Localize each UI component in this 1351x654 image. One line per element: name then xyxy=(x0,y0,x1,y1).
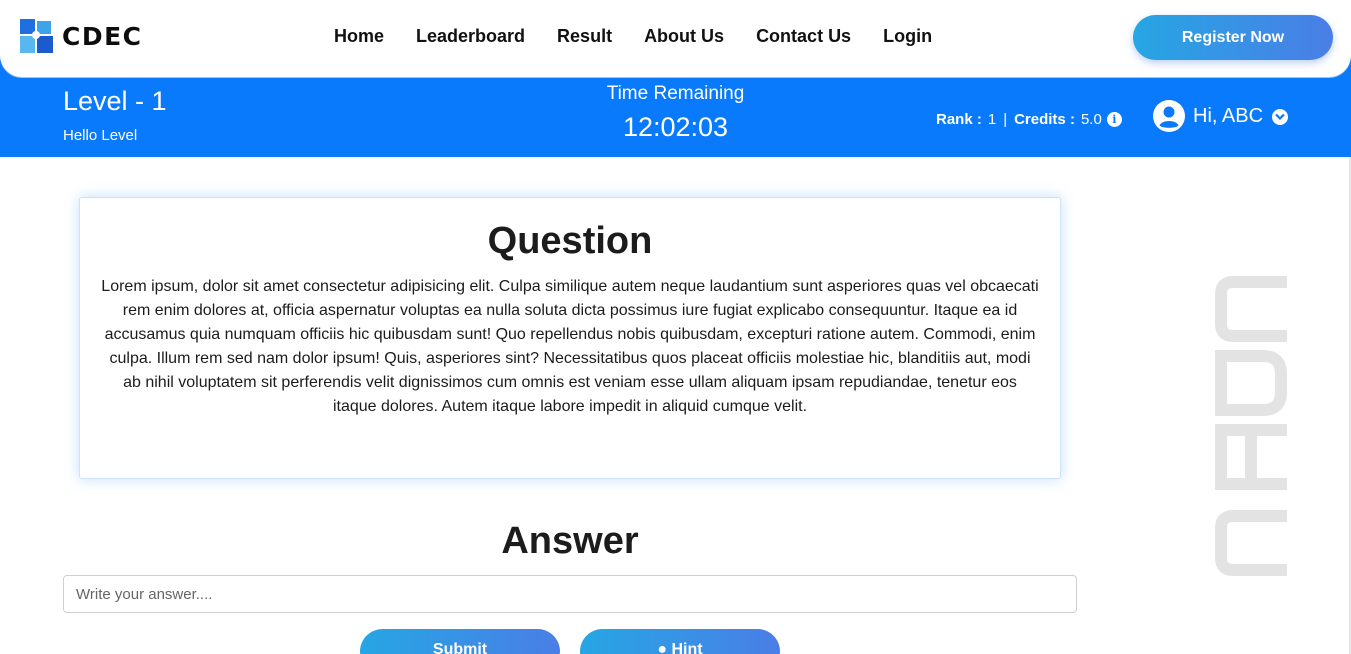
nav-home[interactable]: Home xyxy=(334,26,384,47)
cdec-watermark xyxy=(1215,276,1287,576)
user-avatar-icon xyxy=(1153,100,1185,132)
chevron-down-icon[interactable] xyxy=(1272,109,1289,125)
rank-label: Rank : xyxy=(936,111,982,128)
submit-button[interactable]: Submit xyxy=(360,629,560,654)
user-menu[interactable]: Hi, ABC xyxy=(1153,100,1289,132)
brand[interactable]: CDEC xyxy=(20,19,143,53)
brand-name: CDEC xyxy=(62,21,143,51)
user-greeting: Hi, ABC xyxy=(1193,104,1264,127)
hint-label: Hint xyxy=(671,641,703,654)
nav-leaderboard[interactable]: Leaderboard xyxy=(416,26,525,47)
lightbulb-icon: ● xyxy=(657,641,668,654)
credits-label: Credits : xyxy=(1014,111,1075,128)
time-remaining-label: Time Remaining xyxy=(606,83,745,104)
time-remaining-value: 12:02:03 xyxy=(622,112,729,142)
nav-contact-us[interactable]: Contact Us xyxy=(756,26,851,47)
info-icon[interactable]: i xyxy=(1106,112,1122,127)
register-now-button[interactable]: Register Now xyxy=(1133,15,1333,60)
question-title: Question xyxy=(487,220,653,262)
nav-login[interactable]: Login xyxy=(883,26,932,47)
answer-title: Answer xyxy=(501,520,639,562)
stats-separator: | xyxy=(1003,111,1008,128)
answer-input[interactable] xyxy=(63,575,1077,613)
question-text: Lorem ipsum, dolor sit amet consectetur … xyxy=(101,278,1039,415)
credits-value: 5.0 xyxy=(1080,111,1102,128)
user-stats: Rank : 1 | Credits : 5.0 i xyxy=(936,111,1122,128)
cdec-logo-icon xyxy=(20,19,53,53)
main-nav: Home Leaderboard Result About Us Contact… xyxy=(334,26,964,47)
nav-about-us[interactable]: About Us xyxy=(644,26,724,47)
hint-button[interactable]: ● Hint xyxy=(580,629,780,654)
rank-value: 1 xyxy=(987,111,997,128)
nav-result[interactable]: Result xyxy=(557,26,612,47)
question-card: Question Lorem ipsum, dolor sit amet con… xyxy=(79,197,1061,479)
navbar: CDEC Home Leaderboard Result About Us Co… xyxy=(0,0,1351,77)
